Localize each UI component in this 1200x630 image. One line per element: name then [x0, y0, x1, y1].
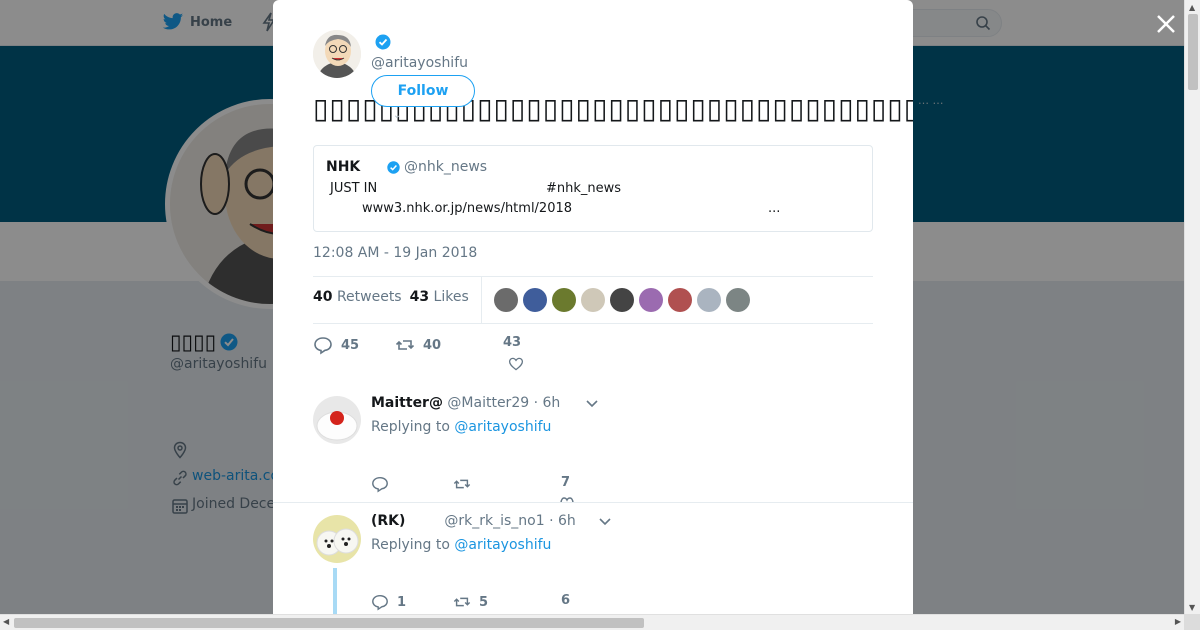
reply-author-name[interactable]: (RK)	[371, 513, 405, 529]
liker-avatar[interactable]	[639, 288, 663, 312]
reply-count: 1	[397, 594, 407, 610]
quoted-author-handle: @nhk_news	[404, 159, 488, 175]
verified-badge-icon	[375, 34, 391, 50]
reply-time[interactable]: · 6h	[549, 513, 576, 529]
scrollbar-corner	[1184, 614, 1200, 630]
author-avatar-illustration	[313, 30, 361, 78]
reply-author-handle[interactable]: @Maitter29	[447, 395, 529, 411]
replying-to: Replying to @aritayoshifu	[371, 537, 551, 553]
quoted-url: www3.nhk.or.jp/news/html/2018	[362, 201, 573, 216]
reply-header: (RK) @rk_rk_is_no1 · 6h	[371, 513, 576, 529]
reply-author-handle[interactable]: @rk_rk_is_no1	[444, 513, 544, 529]
chevron-down-icon[interactable]	[585, 398, 599, 408]
reply-time[interactable]: · 6h	[534, 395, 561, 411]
like-count: 6	[561, 593, 571, 608]
replying-to-handle[interactable]: @aritayoshifu	[454, 419, 551, 435]
likes-stat-label: Likes	[433, 289, 469, 305]
like-button[interactable]: 7	[561, 475, 570, 490]
quoted-tweet[interactable]: NHK @nhk_news JUST IN #nhk_news www3.nhk…	[313, 145, 873, 232]
like-button[interactable]: 6	[561, 593, 570, 608]
scroll-left-arrow-icon[interactable]: ◀	[3, 617, 9, 626]
liker-avatar[interactable]	[523, 288, 547, 312]
reply-actions: 7	[371, 475, 671, 497]
scroll-down-arrow-icon[interactable]: ▼	[1189, 603, 1195, 612]
liker-avatars	[494, 288, 750, 312]
scroll-up-arrow-icon[interactable]: ▲	[1189, 3, 1195, 12]
reply-button[interactable]: 1	[371, 593, 406, 611]
chevron-down-icon[interactable]: ⌄	[393, 110, 401, 121]
divider	[313, 323, 873, 324]
retweet-button[interactable]: 5	[453, 593, 488, 611]
liker-avatar[interactable]	[697, 288, 721, 312]
thread-line	[333, 568, 337, 614]
tweet-permalink-modal: @aritayoshifu ▯▯▯▯▯▯▯▯▯▯▯▯▯▯▯▯▯▯▯▯▯▯▯▯▯▯…	[273, 0, 913, 614]
reply-avatar[interactable]	[313, 515, 361, 563]
replying-to-label: Replying to	[371, 419, 450, 435]
liker-avatar[interactable]	[494, 288, 518, 312]
replying-to-handle[interactable]: @aritayoshifu	[454, 537, 551, 553]
stats-separator	[481, 277, 482, 323]
like-button[interactable]: 43	[503, 335, 524, 372]
reply-button[interactable]	[371, 475, 397, 493]
retweet-button[interactable]: 40	[395, 335, 441, 355]
vertical-scrollbar[interactable]: ▲ ▼	[1184, 0, 1200, 614]
vertical-scroll-thumb[interactable]	[1188, 14, 1198, 90]
likes-stat-count: 43	[409, 289, 430, 305]
liker-avatar[interactable]	[581, 288, 605, 312]
retweets-stat[interactable]: 40 Retweets	[313, 289, 402, 305]
quoted-text-line: JUST IN	[330, 181, 378, 196]
reply-button[interactable]: 45	[313, 335, 359, 355]
scroll-right-arrow-icon[interactable]: ▶	[1175, 617, 1181, 626]
divider	[313, 276, 873, 277]
retweet-icon	[453, 597, 471, 607]
close-icon[interactable]	[1154, 12, 1178, 36]
reply-avatar-image	[313, 396, 361, 444]
author-handle[interactable]: @aritayoshifu	[371, 55, 468, 71]
quoted-ellipsis: ...	[768, 201, 781, 216]
retweet-count: 5	[479, 594, 489, 610]
reply-icon	[372, 594, 388, 611]
retweet-button[interactable]	[453, 475, 479, 493]
divider	[273, 502, 913, 503]
reply-avatar[interactable]	[313, 396, 361, 444]
quoted-hashtag: #nhk_news	[546, 181, 622, 196]
liker-avatar[interactable]	[726, 288, 750, 312]
reply-avatar-image	[313, 515, 361, 563]
liker-avatar[interactable]	[668, 288, 692, 312]
reply-actions: 1 5 6	[371, 593, 671, 614]
reply-icon	[314, 337, 332, 355]
horizontal-scrollbar[interactable]: ◀ ▶	[0, 614, 1184, 630]
reply-icon	[372, 476, 388, 493]
retweet-icon	[453, 479, 471, 489]
liker-avatar[interactable]	[552, 288, 576, 312]
retweets-stat-label: Retweets	[336, 289, 402, 305]
tweet-timestamp: 12:08 AM - 19 Jan 2018	[313, 245, 478, 261]
reply-header: Maitter@ @Maitter29 · 6h	[371, 395, 560, 411]
heart-icon	[508, 357, 524, 371]
tweet-stats: 40 Retweets 43 Likes	[313, 289, 469, 305]
retweet-icon	[395, 340, 415, 350]
retweet-count: 40	[423, 337, 442, 353]
quoted-author-name: NHK	[326, 159, 361, 175]
retweets-stat-count: 40	[313, 289, 333, 305]
liker-avatar[interactable]	[610, 288, 634, 312]
reply-author-name[interactable]: Maitter@	[371, 395, 443, 411]
verified-badge-icon	[387, 161, 400, 174]
reply-count: 45	[341, 337, 360, 353]
horizontal-scroll-thumb[interactable]	[14, 618, 644, 628]
like-count: 7	[561, 475, 571, 490]
likes-stat[interactable]: 43 Likes	[410, 289, 469, 305]
chevron-down-icon[interactable]	[598, 516, 612, 526]
replying-to: Replying to @aritayoshifu	[371, 419, 551, 435]
tweet-actions: 45 40 43	[313, 335, 873, 375]
author-avatar[interactable]	[313, 30, 361, 78]
follow-button[interactable]: Follow	[371, 75, 475, 107]
replying-to-label: Replying to	[371, 537, 450, 553]
like-count: 43	[503, 335, 522, 350]
